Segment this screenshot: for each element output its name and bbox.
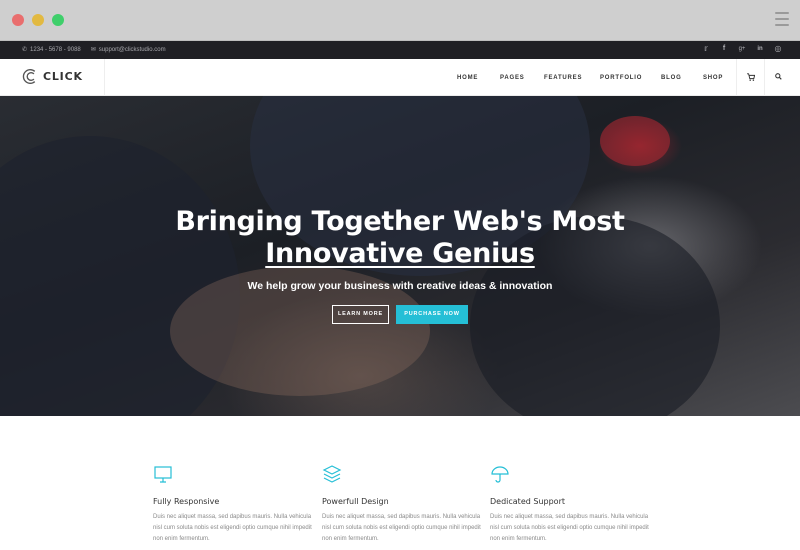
hero-title: Bringing Together Web's Most Innovative … <box>0 206 800 270</box>
browser-chrome <box>0 0 800 41</box>
feature-card: Powerfull Design Duis nec aliquet massa,… <box>322 464 482 545</box>
feature-text: Duis nec aliquet massa, sed dapibus maur… <box>322 514 481 542</box>
nav-pages[interactable]: PAGES <box>500 75 525 81</box>
envelope-icon: ✉ <box>90 47 96 53</box>
purchase-now-button[interactable]: PURCHASE NOW <box>396 305 468 324</box>
site-logo[interactable]: CLICK <box>22 68 83 85</box>
monitor-icon <box>154 466 172 483</box>
divider <box>736 59 737 96</box>
feature-card: Fully Responsive Duis nec aliquet massa,… <box>153 464 313 545</box>
feature-title: Powerfull Design <box>322 497 389 506</box>
hero-title-line-1: Bringing Together Web's Most <box>175 206 625 237</box>
minimize-window-button[interactable] <box>32 14 44 26</box>
layers-icon <box>322 465 342 483</box>
top-info-bar: ✆ 1234 - 5678 - 9088 ✉ support@clickstud… <box>0 41 800 59</box>
feature-card: Dedicated Support Duis nec aliquet massa… <box>490 464 650 545</box>
nav-features[interactable]: FEATURES <box>544 75 582 81</box>
cart-icon[interactable] <box>747 73 755 81</box>
linkedin-icon[interactable]: in <box>756 46 764 52</box>
phone-contact: ✆ 1234 - 5678 - 9088 <box>22 46 81 54</box>
feature-title: Dedicated Support <box>490 497 565 506</box>
hamburger-menu-icon[interactable] <box>775 12 789 26</box>
hero-content: Bringing Together Web's Most Innovative … <box>0 206 800 324</box>
umbrella-icon <box>491 466 509 483</box>
hero-background-shape <box>600 116 670 166</box>
google-plus-icon[interactable]: g+ <box>738 46 746 52</box>
feature-title: Fully Responsive <box>153 497 220 506</box>
feature-text: Duis nec aliquet massa, sed dapibus maur… <box>153 514 312 542</box>
hero-subtitle: We help grow your business with creative… <box>247 280 553 292</box>
nav-home[interactable]: HOME <box>457 75 478 81</box>
site-header: CLICK HOME PAGES FEATURES PORTFOLIO BLOG… <box>0 59 800 96</box>
twitter-icon[interactable]: 𝕣 <box>702 44 710 53</box>
email-contact[interactable]: ✉ support@clickstudio.com <box>90 46 166 54</box>
facebook-icon[interactable]: f <box>720 45 728 52</box>
dribbble-icon[interactable]: ◎ <box>774 44 782 53</box>
feature-text: Duis nec aliquet massa, sed dapibus maur… <box>490 514 649 542</box>
logo-text: CLICK <box>43 70 83 83</box>
nav-portfolio[interactable]: PORTFOLIO <box>600 75 642 81</box>
search-icon[interactable] <box>775 73 782 80</box>
phone-icon: ✆ <box>22 47 28 53</box>
divider <box>104 59 105 96</box>
nav-shop[interactable]: SHOP <box>703 75 723 81</box>
hero-title-line-2: Innovative Genius <box>265 238 535 269</box>
hero-buttons: LEARN MORE PURCHASE NOW <box>0 305 800 324</box>
close-window-button[interactable] <box>12 14 24 26</box>
features-section: Fully Responsive Duis nec aliquet massa,… <box>0 416 800 550</box>
learn-more-button[interactable]: LEARN MORE <box>332 305 389 324</box>
logo-icon <box>22 69 36 84</box>
social-links: 𝕣 f g+ in ◎ <box>702 44 782 53</box>
maximize-window-button[interactable] <box>52 14 64 26</box>
hero-section: Bringing Together Web's Most Innovative … <box>0 96 800 416</box>
nav-blog[interactable]: BLOG <box>661 75 682 81</box>
divider <box>764 59 765 96</box>
